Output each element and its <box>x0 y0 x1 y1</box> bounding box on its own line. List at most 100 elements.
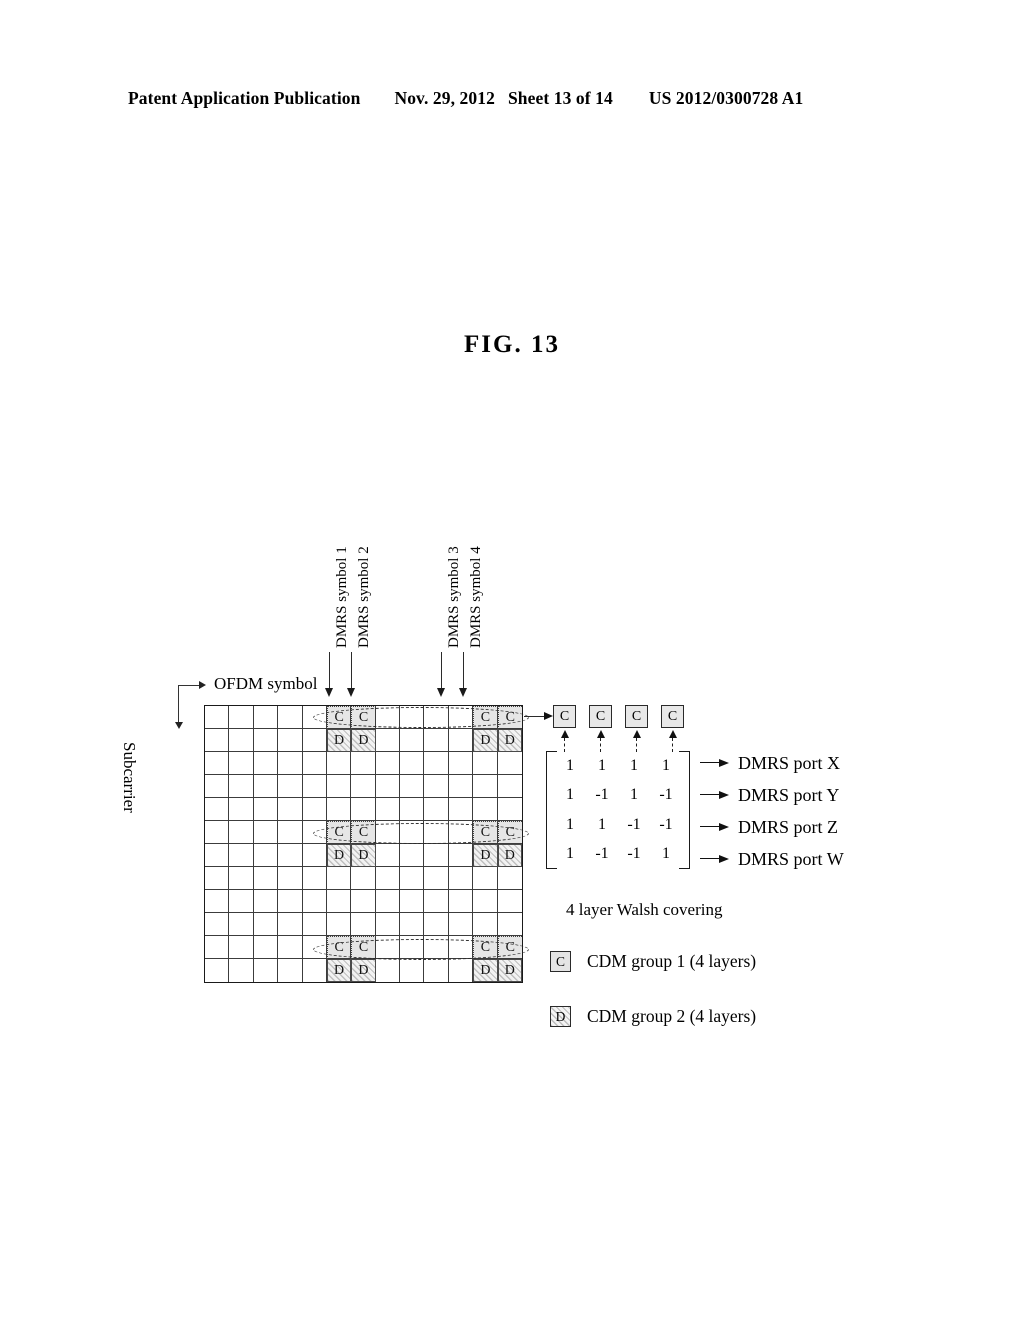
grid-cell-empty <box>302 844 327 867</box>
cdm-group-1-glyph: C <box>358 824 369 840</box>
grid-cell-empty <box>302 821 327 844</box>
grid-cell-empty <box>205 959 230 982</box>
grid-cell-empty <box>400 821 425 844</box>
grid-cell-empty <box>253 729 279 752</box>
legend-swatch-d-glyph: D <box>555 1008 566 1024</box>
grid-cell-empty <box>375 867 401 890</box>
walsh-cell-r2-c1: 1 <box>566 786 574 804</box>
grid-cell-empty <box>326 775 352 798</box>
walsh-cell-r2-c4: -1 <box>659 786 673 804</box>
grid-cell-d: D <box>351 729 376 752</box>
grid-cell-empty <box>302 867 327 890</box>
dmrs-symbol-2-stem <box>351 652 352 689</box>
grid-cell-empty <box>351 890 376 913</box>
dmrs-symbol-3-arrowhead <box>437 688 445 697</box>
walsh-cell-r2-c2: -1 <box>595 786 609 804</box>
walsh-cell-r3-c3: -1 <box>627 815 641 833</box>
walsh-matrix: 1 1 1 1 1 -1 1 -1 1 1 -1 -1 1 -1 -1 1 <box>546 751 690 869</box>
walsh-matrix-cells: 1 1 1 1 1 -1 1 -1 1 1 -1 -1 1 -1 -1 1 <box>554 751 682 869</box>
grid-cell-empty <box>278 729 303 752</box>
grid-cell-empty <box>473 775 498 798</box>
dmrs-port-w-label: DMRS port W <box>738 848 844 869</box>
walsh-cell-r1-c4: 1 <box>662 756 670 774</box>
axis-label-subcarrier: Subcarrier <box>120 742 139 813</box>
grid-cell-empty <box>375 775 401 798</box>
grid-cell-empty <box>473 890 498 913</box>
grid-cell-empty <box>326 867 352 890</box>
grid-cell-empty <box>400 890 425 913</box>
grid-cell-d: D <box>497 959 522 982</box>
grid-cell-empty <box>497 867 522 890</box>
grid-cell-empty <box>278 821 303 844</box>
grid-cell-empty <box>229 959 254 982</box>
grid-cell-empty <box>326 752 352 775</box>
cdm-group-1-glyph: C <box>505 824 515 840</box>
grid-cell-empty <box>351 913 376 936</box>
grid-cell-empty <box>253 798 279 821</box>
grid-cell-empty <box>229 936 254 959</box>
walsh-cell-r2-c3: 1 <box>630 786 638 804</box>
dmrs-port-row-w: DMRS port W <box>700 847 844 871</box>
walsh-cell-r4-c3: -1 <box>627 845 641 863</box>
grid-cell-c: C <box>351 936 376 959</box>
dmrs-symbol-1-label: DMRS symbol 1 <box>334 546 350 648</box>
legend-label-cdm-group-2: CDM group 2 (4 layers) <box>587 1006 757 1026</box>
grid-cell-empty <box>497 798 522 821</box>
walsh-cell-r1-c1: 1 <box>566 756 574 774</box>
grid-cell-empty <box>375 913 401 936</box>
grid-cell-empty <box>424 798 449 821</box>
grid-cell-empty <box>473 798 498 821</box>
grid-cell-d: D <box>473 959 498 982</box>
grid-to-cbox-arrowhead <box>544 712 553 720</box>
grid-cell-empty <box>375 936 401 959</box>
grid-cell-empty <box>229 752 254 775</box>
grid-cell-empty <box>400 867 425 890</box>
grid-cell-empty <box>302 890 327 913</box>
walsh-col-2-stem <box>600 738 601 752</box>
grid-cell-empty <box>473 913 498 936</box>
grid-cell-empty <box>278 706 303 729</box>
grid-cell-empty <box>229 798 254 821</box>
grid-cell-empty <box>448 913 474 936</box>
grid-cell-empty <box>205 752 230 775</box>
grid-cell-empty <box>448 936 474 959</box>
walsh-col-1-arrowhead <box>560 730 569 738</box>
grid-cell-empty <box>375 706 401 729</box>
grid-cell-empty <box>326 913 352 936</box>
dmrs-port-y-label: DMRS port Y <box>738 784 840 805</box>
grid-cell-empty <box>375 844 401 867</box>
grid-cell-c: C <box>497 706 522 729</box>
walsh-cell-r3-c4: -1 <box>659 815 673 833</box>
dmrs-symbol-4-arrowhead <box>459 688 467 697</box>
grid-cell-c: C <box>473 936 498 959</box>
grid-cell-d: D <box>473 729 498 752</box>
cdm-group-2-glyph: D <box>504 732 515 748</box>
grid-cell-d: D <box>497 729 522 752</box>
axis-label-ofdm-symbol: OFDM symbol <box>214 674 318 693</box>
grid-cell-empty <box>302 706 327 729</box>
grid-cell-empty <box>400 913 425 936</box>
grid-cell-empty <box>205 821 230 844</box>
cdm-group-2-glyph: D <box>504 962 515 978</box>
grid-cell-empty <box>424 867 449 890</box>
grid-cell-empty <box>351 798 376 821</box>
grid-cell-empty <box>205 867 230 890</box>
grid-cell-c: C <box>473 821 498 844</box>
c-box-3-label: C <box>631 708 642 724</box>
walsh-col-4-arrowhead <box>668 730 677 738</box>
grid-cell-empty <box>473 752 498 775</box>
grid-cell-empty <box>424 913 449 936</box>
grid-cell-empty <box>253 752 279 775</box>
c-box-1-label: C <box>559 708 570 724</box>
grid-cell-empty <box>278 844 303 867</box>
dmrs-port-y-arrow-icon <box>700 790 730 800</box>
dmrs-port-x-label: DMRS port X <box>738 752 841 773</box>
cdm-group-2-glyph: D <box>358 847 369 863</box>
grid-cell-empty <box>205 798 230 821</box>
grid-cell-empty <box>400 844 425 867</box>
c-box-4: C <box>661 705 684 728</box>
grid-cell-empty <box>253 913 279 936</box>
grid-cell-empty <box>229 775 254 798</box>
dmrs-port-w-arrow-icon <box>700 854 730 864</box>
grid-cell-c: C <box>351 706 376 729</box>
